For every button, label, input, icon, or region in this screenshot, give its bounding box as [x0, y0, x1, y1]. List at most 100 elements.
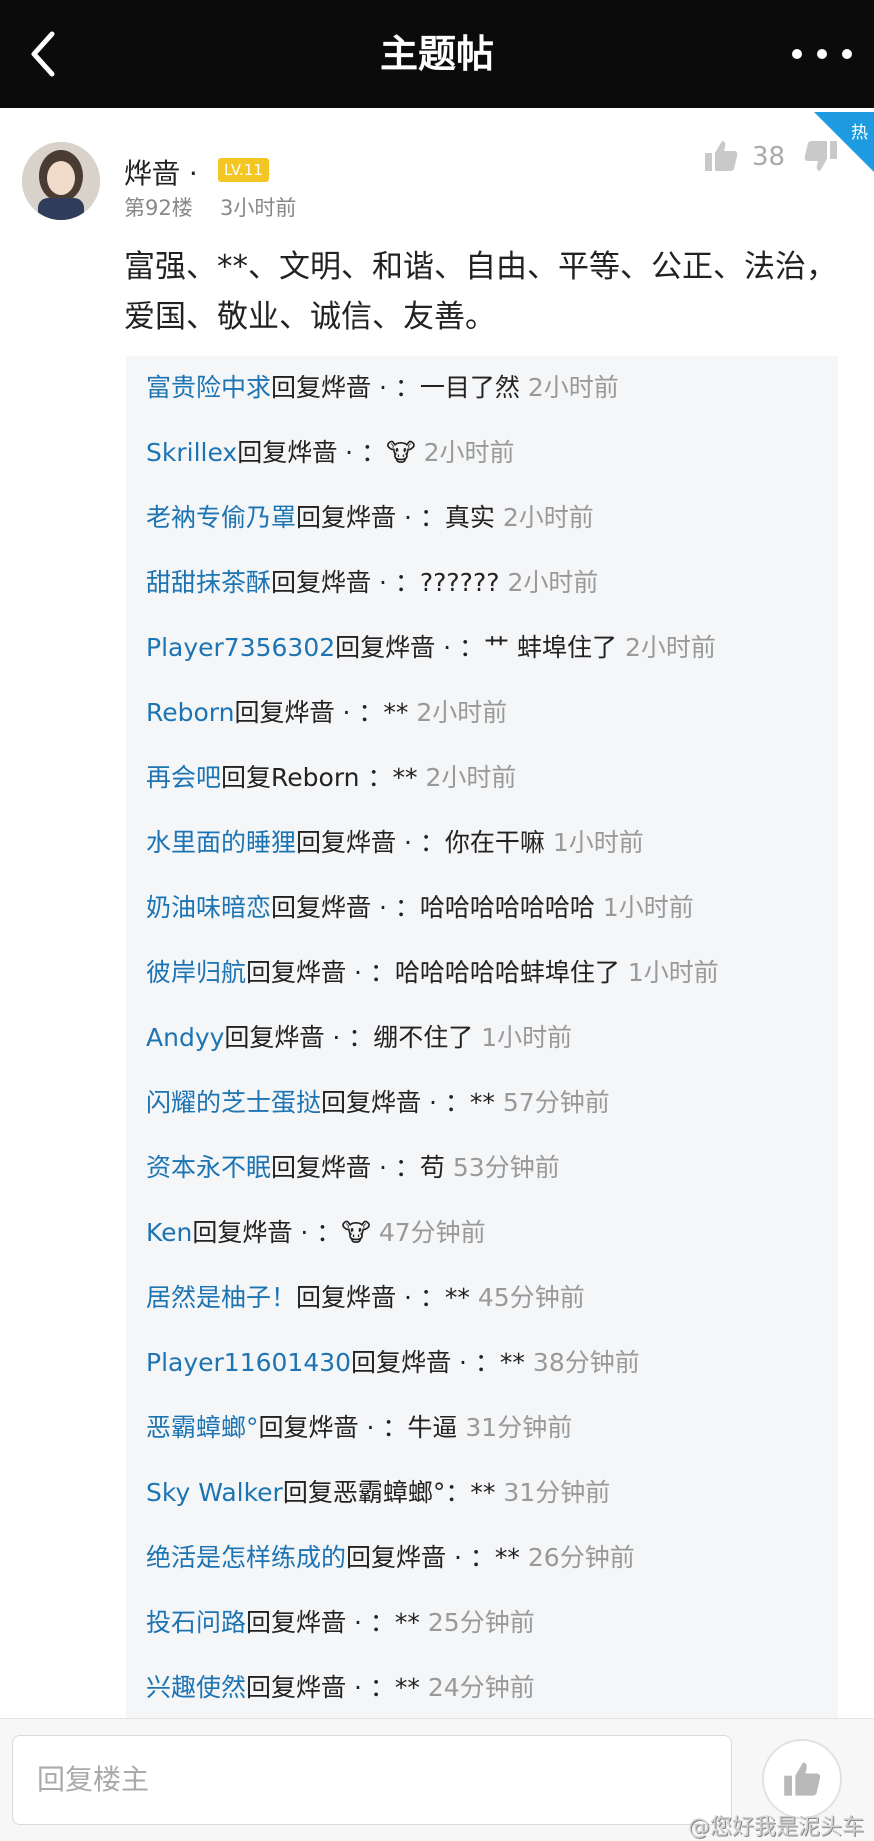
reply-target: 烨啬 · [321, 1153, 395, 1182]
reply-item[interactable]: Sky Walker回复恶霸蟑螂°：** 31分钟前 [146, 1473, 610, 1513]
reply-author[interactable]: 资本永不眠 [146, 1153, 271, 1182]
reply-item[interactable]: Andyy回复烨啬 · ：绷不住了 1小时前 [146, 1018, 572, 1058]
reply-target: 烨啬 · [346, 503, 420, 532]
like-button[interactable] [762, 1739, 842, 1819]
reply-author[interactable]: 水里面的睡狸 [146, 828, 296, 857]
reply-author[interactable]: Reborn [146, 698, 234, 727]
more-icon-dot [842, 49, 852, 59]
reply-item[interactable]: 老衲专偷乃罩回复烨啬 · ：真实 2小时前 [146, 498, 594, 538]
reply-verb: 回复 [346, 1543, 397, 1572]
avatar[interactable] [22, 142, 100, 220]
header-bar: 主题帖 [0, 0, 874, 108]
reply-item[interactable]: 甜甜抹茶酥回复烨啬 · ：?????? 2小时前 [146, 563, 598, 603]
reply-text: ：绷不住了 [348, 1023, 474, 1052]
reply-item[interactable]: 再会吧回复Reborn ：** 2小时前 [146, 758, 516, 798]
reply-item[interactable]: 绝活是怎样练成的回复烨啬 · ：** 26分钟前 [146, 1538, 635, 1578]
reply-author[interactable]: 彼岸归航 [146, 958, 246, 987]
reply-author[interactable]: 再会吧 [146, 763, 221, 792]
reply-item[interactable]: Player11601430回复烨啬 · ：** 38分钟前 [146, 1343, 640, 1383]
reply-verb: 回复 [296, 503, 347, 532]
reply-author[interactable]: Player11601430 [146, 1348, 351, 1377]
reply-target: 烨啬 · [308, 1413, 383, 1442]
reply-verb: 回复 [351, 1348, 402, 1377]
reply-author[interactable]: 兴趣使然 [146, 1673, 246, 1702]
reply-item[interactable]: 投石问路回复烨啬 · ：** 25分钟前 [146, 1603, 535, 1643]
reply-author[interactable]: 奶油味暗恋 [146, 893, 271, 922]
reply-target: 烨啬 · [346, 828, 420, 857]
reply-target: 烨啬 · [296, 958, 370, 987]
reply-text: ：?????? [394, 568, 500, 597]
reply-text: ：艹 蚌埠住了 [459, 633, 617, 662]
reply-verb: 回复 [282, 1478, 333, 1507]
reply-item[interactable]: Reborn回复烨啬 · ：** 2小时前 [146, 693, 507, 733]
reply-author[interactable]: 富贵险中求 [146, 373, 271, 402]
reply-text: ：一目了然 [394, 373, 520, 402]
reply-time: 1小时前 [602, 893, 694, 922]
reply-target: 烨啬 · [371, 1088, 445, 1117]
reply-item[interactable]: 居然是柚子！回复烨啬 · ：** 45分钟前 [146, 1278, 585, 1318]
reply-item[interactable]: 恶霸蟑螂°回复烨啬 · ：牛逼 31分钟前 [146, 1408, 572, 1448]
reply-author[interactable]: 居然是柚子！ [146, 1283, 296, 1312]
post-time: 3小时前 [220, 196, 297, 220]
reply-item[interactable]: Player7356302回复烨啬 · ：艹 蚌埠住了 2小时前 [146, 628, 716, 668]
reply-item[interactable]: 彼岸归航回复烨啬 · ：哈哈哈哈哈蚌埠住了 1小时前 [146, 953, 719, 993]
reply-author[interactable]: 恶霸蟑螂° [146, 1413, 259, 1442]
reply-target: 烨啬 · [321, 373, 395, 402]
reply-item[interactable]: 闪耀的芝士蛋挞回复烨啬 · ：** 57分钟前 [146, 1083, 610, 1123]
reply-text: ：** [369, 1608, 420, 1637]
reply-verb: 回复 [271, 373, 322, 402]
thumbs-up-icon [784, 1762, 821, 1796]
reply-time: 47分钟前 [378, 1218, 486, 1247]
reply-time: 2小时前 [624, 633, 716, 662]
post-username[interactable]: 烨啬 · [124, 152, 198, 192]
reply-text: ：🐮 [361, 438, 416, 467]
reply-target: 烨啬 · [346, 1283, 420, 1312]
reply-verb: 回复 [335, 633, 386, 662]
more-icon-dot [792, 49, 802, 59]
reply-verb: 回复 [246, 1673, 297, 1702]
reply-author[interactable]: 投石问路 [146, 1608, 246, 1637]
reply-author[interactable]: 甜甜抹茶酥 [146, 568, 271, 597]
reply-verb: 回复 [296, 1283, 347, 1312]
reply-author[interactable]: 闪耀的芝士蛋挞 [146, 1088, 321, 1117]
reply-item[interactable]: 资本永不眠回复烨啬 · ：苟 53分钟前 [146, 1148, 560, 1188]
reply-item[interactable]: Skrillex回复烨啬 · ：🐮 2小时前 [146, 433, 515, 473]
reply-time: 45分钟前 [477, 1283, 585, 1312]
reply-text: ：哈哈哈哈哈哈哈 [394, 893, 595, 922]
reply-author[interactable]: 绝活是怎样练成的 [146, 1543, 346, 1572]
reply-author[interactable]: Skrillex [146, 438, 237, 467]
reply-item[interactable]: 兴趣使然回复烨啬 · ：** 24分钟前 [146, 1668, 535, 1708]
reply-verb: 回复 [246, 1608, 297, 1637]
hot-badge-label: 热 [851, 123, 868, 143]
reply-author[interactable]: 老衲专偷乃罩 [146, 503, 296, 532]
reply-verb: 回复 [258, 1413, 309, 1442]
reply-item[interactable]: 富贵险中求回复烨啬 · ：一目了然 2小时前 [146, 368, 619, 408]
reply-target: 烨啬 · [321, 893, 395, 922]
thumbs-down-icon[interactable] [803, 138, 839, 174]
floor-number: 第92楼 [124, 196, 193, 220]
reply-target: 烨啬 · [242, 1218, 317, 1247]
reply-author[interactable]: Player7356302 [146, 633, 335, 662]
reply-verb: 回复 [192, 1218, 243, 1247]
reply-time: 2小时前 [423, 438, 515, 467]
reply-verb: 回复 [271, 893, 322, 922]
level-badge: LV.11 [218, 158, 269, 182]
more-button[interactable] [792, 36, 852, 72]
reply-text: ：** [444, 1088, 495, 1117]
bottom-bar: 回复楼主 @您好我是泥头车 [0, 1718, 874, 1841]
reply-item[interactable]: 水里面的睡狸回复烨啬 · ：你在干嘛 1小时前 [146, 823, 644, 863]
reply-verb: 回复 [237, 438, 288, 467]
reply-author[interactable]: Sky Walker [146, 1478, 283, 1507]
reply-time: 25分钟前 [427, 1608, 535, 1637]
reply-text: ：🐮 [316, 1218, 371, 1247]
reply-target: 烨啬 · [296, 1608, 370, 1637]
reply-author[interactable]: Andyy [146, 1023, 224, 1052]
reply-author[interactable]: Ken [146, 1218, 192, 1247]
thumbs-up-icon[interactable] [703, 138, 739, 174]
reply-item[interactable]: 奶油味暗恋回复烨啬 · ：哈哈哈哈哈哈哈 1小时前 [146, 888, 694, 928]
reply-verb: 回复 [271, 568, 322, 597]
reply-input[interactable]: 回复楼主 [12, 1735, 732, 1825]
reply-text: ：** [474, 1348, 525, 1377]
reply-text: ：** [358, 698, 409, 727]
reply-item[interactable]: Ken回复烨啬 · ：🐮 47分钟前 [146, 1213, 486, 1253]
